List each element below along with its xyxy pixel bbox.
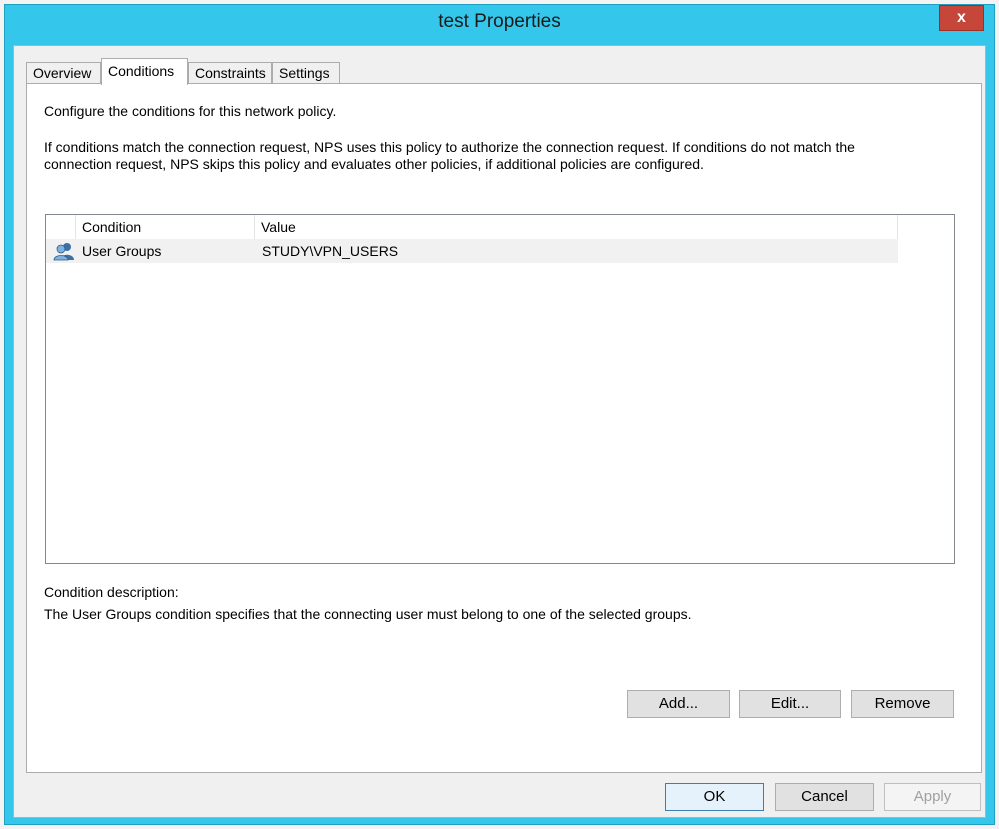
tab-settings[interactable]: Settings <box>272 62 340 84</box>
list-header: Condition Value <box>46 215 898 239</box>
edit-button[interactable]: Edit... <box>739 690 841 718</box>
table-row[interactable]: User Groups STUDY\VPN_USERS <box>46 239 898 263</box>
apply-button[interactable]: Apply <box>884 783 981 811</box>
intro-text: Configure the conditions for this networ… <box>44 103 337 119</box>
header-value[interactable]: Value <box>255 215 898 239</box>
explanation-text-line2: connection request, NPS skips this polic… <box>44 156 704 172</box>
row-value: STUDY\VPN_USERS <box>262 243 399 259</box>
tab-constraints[interactable]: Constraints <box>188 62 272 84</box>
header-condition[interactable]: Condition <box>76 215 255 239</box>
condition-description-label: Condition description: <box>44 584 179 600</box>
properties-dialog: test Properties x Overview Conditions Co… <box>4 4 995 825</box>
row-condition: User Groups <box>82 243 162 259</box>
close-button[interactable]: x <box>939 5 984 31</box>
ok-button[interactable]: OK <box>665 783 764 811</box>
dialog-client-area: Overview Conditions Constraints Settings… <box>13 45 986 818</box>
title-bar[interactable]: test Properties x <box>5 5 994 41</box>
cancel-button[interactable]: Cancel <box>775 783 874 811</box>
tab-overview[interactable]: Overview <box>26 62 101 84</box>
user-groups-icon <box>53 243 74 261</box>
conditions-list[interactable]: Condition Value User Groups STUDY\VPN_US… <box>45 214 955 564</box>
explanation-text-line1: If conditions match the connection reque… <box>44 139 855 155</box>
conditions-panel: Configure the conditions for this networ… <box>26 83 982 773</box>
header-icon-column[interactable] <box>46 215 76 239</box>
add-button[interactable]: Add... <box>627 690 730 718</box>
window-title: test Properties <box>438 11 561 32</box>
remove-button[interactable]: Remove <box>851 690 954 718</box>
tab-conditions[interactable]: Conditions <box>101 58 188 85</box>
condition-description-text: The User Groups condition specifies that… <box>44 606 692 622</box>
